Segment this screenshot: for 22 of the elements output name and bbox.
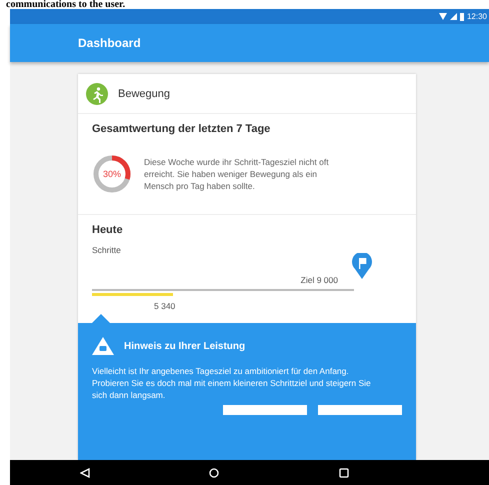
summary-text: Diese Woche wurde ihr Schritt-Tagesziel nicht oft erreicht. Sie haben weniger Bewegung als ein Mensch pro Tag haben sollte. <box>144 156 330 192</box>
back-icon[interactable] <box>80 468 90 478</box>
progress-ring: 30% <box>92 154 132 194</box>
step-count: 5 340 <box>154 301 176 311</box>
app-title: Dashboard <box>78 36 141 50</box>
caption-text: communications to the user. <box>5 0 126 9</box>
hint-text: Vielleicht ist Ihr angebenes Tagesziel zu ambitioniert für den Anfang. Probieren Sie es doch mal mit einem kleineren Schrittziel und steigern Sie sich dann langsam. <box>92 365 372 401</box>
home-icon[interactable] <box>209 468 220 478</box>
wifi-icon <box>438 13 447 20</box>
recents-icon[interactable] <box>339 468 350 478</box>
hint-title: Hinweis zu Ihrer Leistung <box>124 340 246 352</box>
goal-label: Ziel 9 000 <box>300 275 338 285</box>
running-person-icon <box>86 82 108 104</box>
signal-icon <box>450 13 457 20</box>
battery-icon <box>460 12 464 20</box>
flag-pin-icon <box>352 253 372 279</box>
metric-label: Schritte <box>92 245 122 255</box>
card-title: Bewegung <box>118 88 170 100</box>
section-heading: Gesamtwertung der letzten 7 Tage <box>92 123 272 135</box>
warning-icon <box>92 337 114 355</box>
status-time: 12:30 <box>466 12 487 21</box>
section-heading: Heute <box>92 224 124 236</box>
